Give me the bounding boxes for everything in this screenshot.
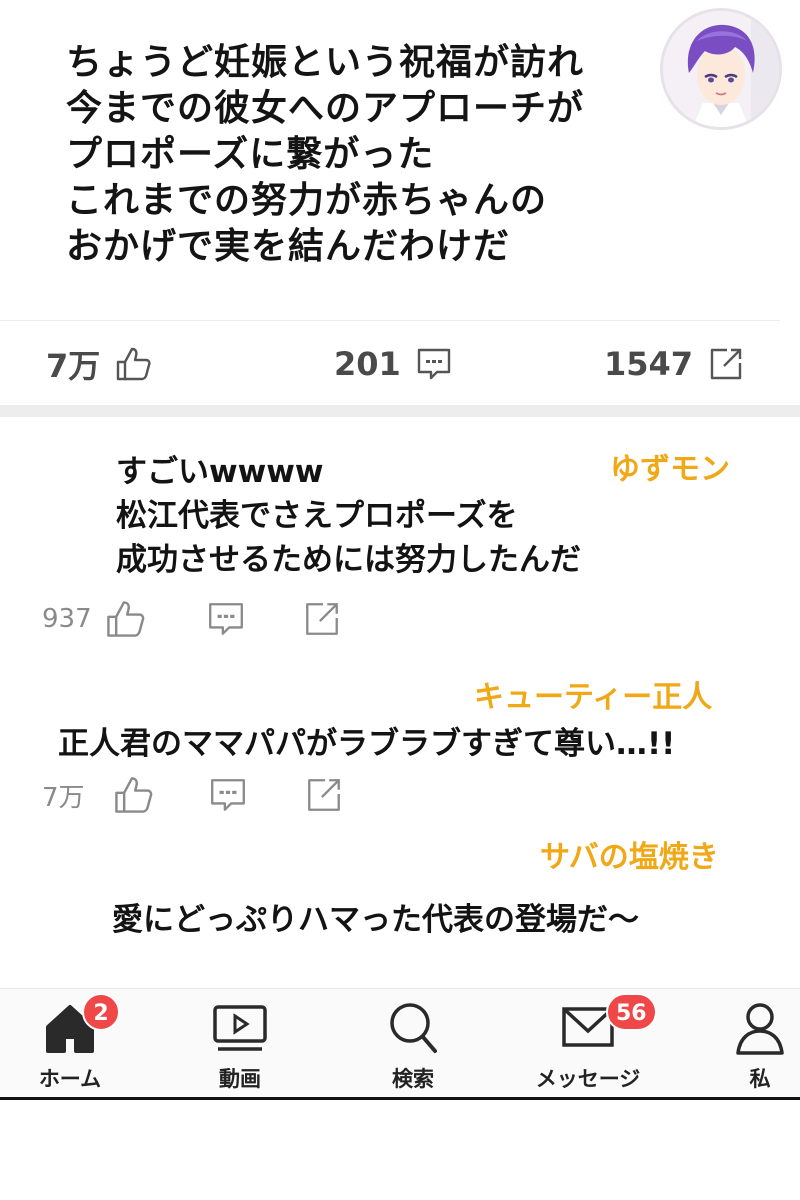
video-icon bbox=[210, 999, 270, 1057]
comment-line: 成功させるためには努力したんだ bbox=[116, 542, 581, 578]
nav-label: 検索 bbox=[392, 1067, 434, 1091]
comment-button[interactable]: 201 bbox=[334, 340, 453, 388]
comment-line: 愛にどっぷりハマった代表の登場だ～ bbox=[112, 902, 639, 938]
comment-line: 正人君のママパパがラブラブすぎて尊い…!! bbox=[58, 726, 676, 762]
nav-profile[interactable]: 私 bbox=[690, 999, 800, 1097]
share-count: 1547 bbox=[604, 345, 694, 383]
comment-like-count: 7万 bbox=[42, 782, 85, 813]
thumbs-up-icon[interactable] bbox=[104, 598, 146, 640]
comment-text: 正人君のママパパがラブラブすぎて尊い…!! bbox=[58, 722, 675, 766]
share-icon[interactable] bbox=[304, 775, 344, 815]
post-line: おかげで実を結んだわけだ bbox=[66, 226, 511, 267]
nav-search[interactable]: 検索 bbox=[343, 999, 483, 1097]
search-icon bbox=[383, 999, 443, 1057]
notification-badge: 56 bbox=[606, 993, 657, 1031]
like-count: 7万 bbox=[46, 347, 101, 385]
nav-label: メッセージ bbox=[535, 1067, 641, 1091]
post-line: これまでの努力が赤ちゃんの bbox=[66, 180, 548, 221]
comment-icon[interactable] bbox=[206, 599, 246, 639]
thumbs-up-icon[interactable] bbox=[112, 774, 154, 816]
comment-author[interactable]: サバの塩焼き bbox=[540, 832, 719, 876]
comment-icon bbox=[417, 348, 450, 380]
comment-actions: 937 bbox=[42, 598, 342, 640]
like-button[interactable]: 7万 bbox=[46, 340, 152, 388]
person-icon bbox=[730, 999, 790, 1057]
comment-text: 愛にどっぷりハマった代表の登場だ～ bbox=[112, 898, 639, 942]
app-screen: ちょうど妊娠という祝福が訪れ 今までの彼女へのアプローチが プロポーズに繋がった… bbox=[0, 0, 800, 1200]
post-card: ちょうど妊娠という祝福が訪れ 今までの彼女へのアプローチが プロポーズに繋がった… bbox=[0, 0, 800, 405]
nav-label: 動画 bbox=[219, 1067, 261, 1091]
comment-text: すごいwwww 松江代表でさえプロポーズを 成功させるためには努力したんだ bbox=[116, 450, 581, 582]
share-icon bbox=[710, 348, 742, 380]
post-line: プロポーズに繋がった bbox=[66, 134, 435, 175]
post-line: ちょうど妊娠という祝福が訪れ bbox=[66, 42, 585, 83]
nav-home[interactable]: 2 ホーム bbox=[0, 993, 140, 1097]
nav-messages[interactable]: 56 メッセージ bbox=[518, 993, 658, 1097]
comment-line: すごいwwww bbox=[116, 454, 324, 490]
share-icon[interactable] bbox=[302, 599, 342, 639]
comment-actions: 7万 bbox=[42, 774, 344, 816]
comment-author[interactable]: ゆずモン bbox=[610, 444, 730, 488]
nav-label: ホーム bbox=[38, 1067, 102, 1091]
notification-badge: 2 bbox=[82, 993, 120, 1031]
post-body: ちょうど妊娠という祝福が訪れ 今までの彼女へのアプローチが プロポーズに繋がった… bbox=[66, 40, 584, 270]
comment-icon[interactable] bbox=[208, 775, 248, 815]
nav-video[interactable]: 動画 bbox=[170, 999, 310, 1097]
divider bbox=[0, 320, 780, 321]
comment-count: 201 bbox=[334, 345, 401, 383]
thumbs-up-icon bbox=[117, 347, 151, 381]
post-line: 今までの彼女へのアプローチが bbox=[66, 88, 585, 129]
share-button[interactable]: 1547 bbox=[604, 340, 745, 388]
nav-label: 私 bbox=[749, 1067, 771, 1091]
comment-author[interactable]: キューティー正人 bbox=[474, 672, 712, 716]
author-avatar[interactable] bbox=[660, 8, 782, 130]
bottom-navigation: 2 ホーム 動画 検索 56 メッセージ 私 bbox=[0, 988, 800, 1100]
avatar-illustration bbox=[663, 11, 779, 127]
comment-line: 松江代表でさえプロポーズを bbox=[116, 498, 518, 534]
section-separator bbox=[0, 405, 800, 417]
comment-like-count: 937 bbox=[42, 604, 92, 634]
